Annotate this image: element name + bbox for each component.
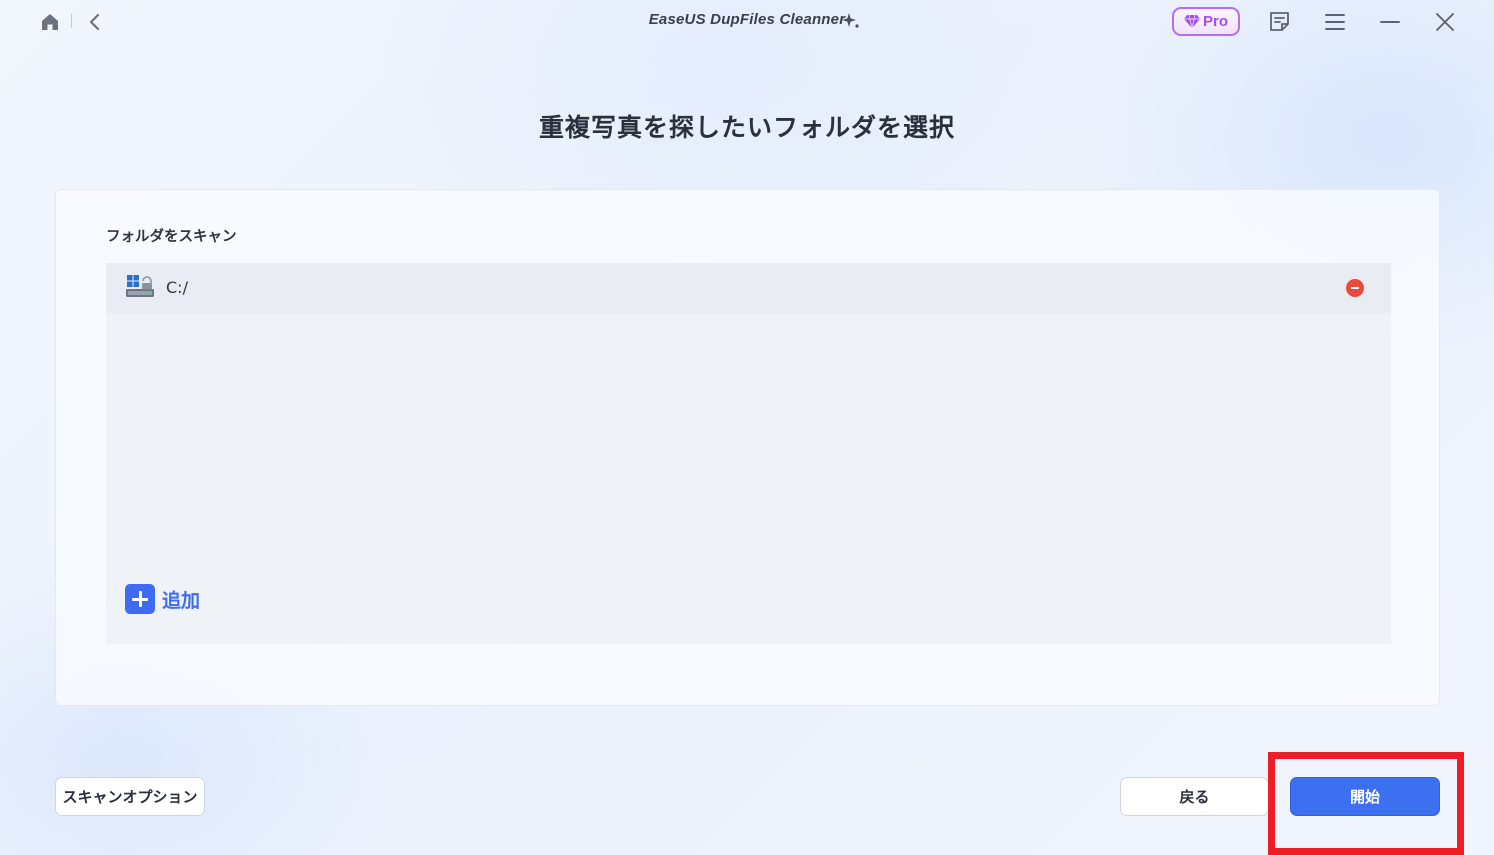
remove-folder-button[interactable] [1346,279,1364,297]
back-button[interactable]: 戻る [1120,777,1269,816]
minimize-icon[interactable] [1377,9,1403,35]
add-folder-label: 追加 [162,589,201,612]
scan-folders-label: フォルダをスキャン [106,229,237,245]
folder-list: C:/ 追加 [106,263,1391,644]
title-bar: EaseUS DupFiles Cleanner Pro [0,0,1494,44]
pro-label: Pro [1202,13,1228,30]
pro-badge[interactable]: Pro [1172,7,1240,36]
scan-options-button[interactable]: スキャンオプション [55,777,205,816]
windows-drive-icon [126,275,154,297]
plus-icon [125,584,155,614]
folder-selection-panel: フォルダをスキャン C:/ 追加 [55,189,1440,706]
page-title: 重複写真を探したいフォルダを選択 [538,113,955,142]
highlight-annotation [1268,752,1464,855]
feedback-icon[interactable] [1267,9,1293,35]
close-icon[interactable] [1432,9,1458,35]
diamond-icon [1183,14,1200,29]
folder-path: C:/ [166,278,188,297]
folder-row[interactable]: C:/ [106,263,1391,313]
sparkle-icon [842,13,859,28]
menu-icon[interactable] [1322,9,1348,35]
add-folder-button[interactable]: 追加 [125,584,200,614]
